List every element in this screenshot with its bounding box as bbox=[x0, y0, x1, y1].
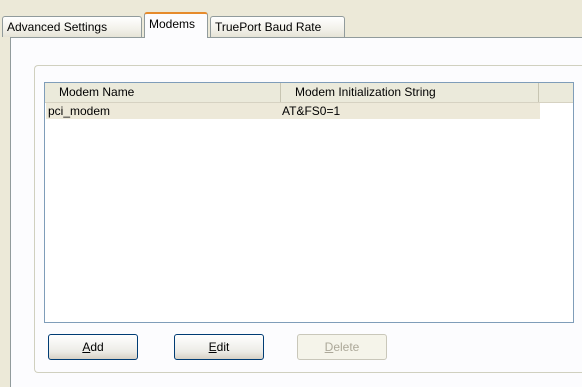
column-header-filler bbox=[539, 83, 573, 102]
add-button[interactable]: Add bbox=[48, 334, 138, 360]
modem-list-header: Modem Name Modem Initialization String bbox=[45, 83, 573, 103]
column-header-modem-init-string[interactable]: Modem Initialization String bbox=[281, 83, 539, 102]
modem-list[interactable]: Modem Name Modem Initialization String p… bbox=[44, 82, 574, 323]
modem-init-string-cell: AT&FS0=1 bbox=[282, 104, 341, 118]
modem-row[interactable]: pci_modem AT&FS0=1 bbox=[46, 103, 540, 119]
tab-trueport-baud-rate[interactable]: TruePort Baud Rate bbox=[210, 16, 345, 37]
column-header-modem-name[interactable]: Modem Name bbox=[45, 83, 281, 102]
tab-modems[interactable]: Modems bbox=[144, 12, 208, 38]
edit-button[interactable]: Edit bbox=[174, 334, 264, 360]
modems-tab-page: Modem Name Modem Initialization String p… bbox=[10, 37, 582, 387]
delete-button: Delete bbox=[297, 334, 387, 360]
modems-dialog: Advanced Settings TruePort Baud Rate Mod… bbox=[0, 0, 582, 387]
modem-name-cell: pci_modem bbox=[48, 104, 111, 118]
tab-advanced-settings[interactable]: Advanced Settings bbox=[2, 16, 142, 37]
